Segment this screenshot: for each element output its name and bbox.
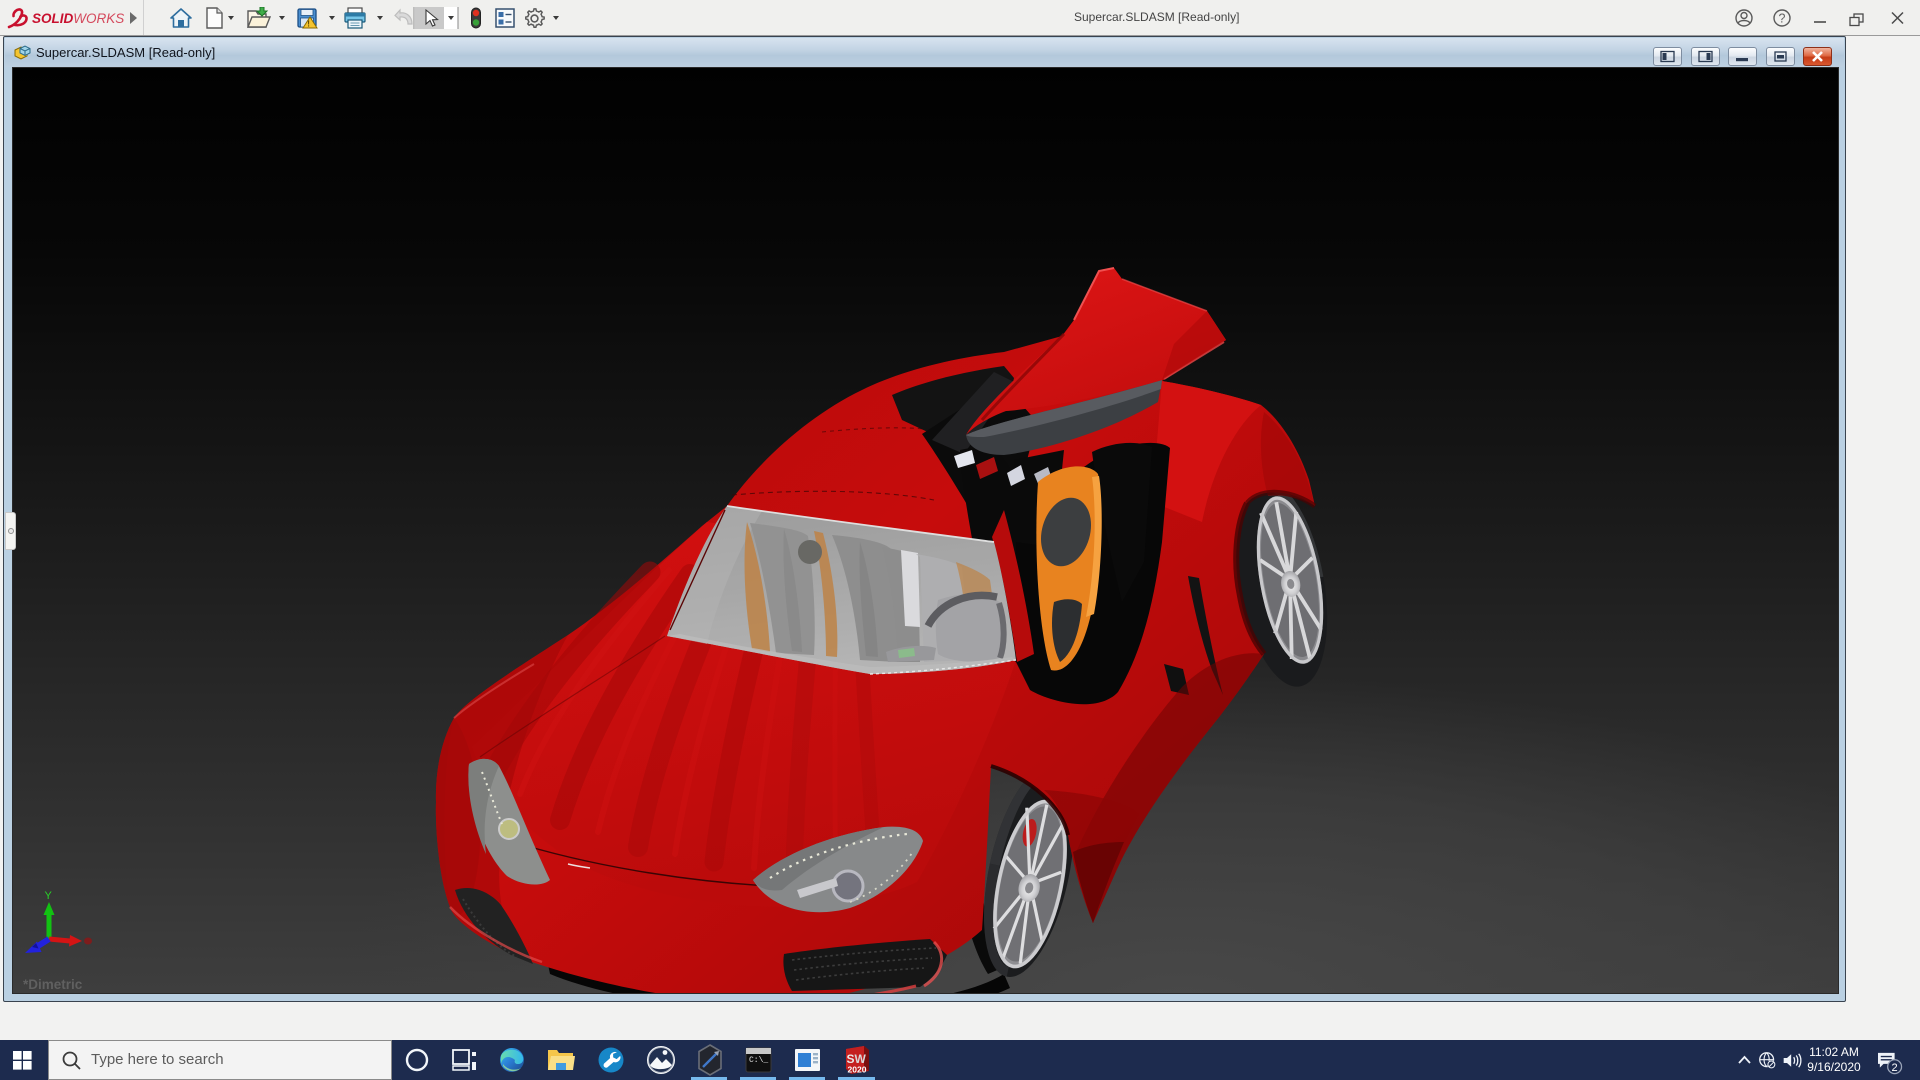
svg-text:Y: Y (45, 890, 53, 902)
svg-text:?: ? (1779, 12, 1786, 26)
svg-text:SOLIDWORKS: SOLIDWORKS (32, 11, 124, 26)
svg-text:!: ! (307, 20, 310, 29)
svg-text:2: 2 (1892, 1062, 1898, 1074)
